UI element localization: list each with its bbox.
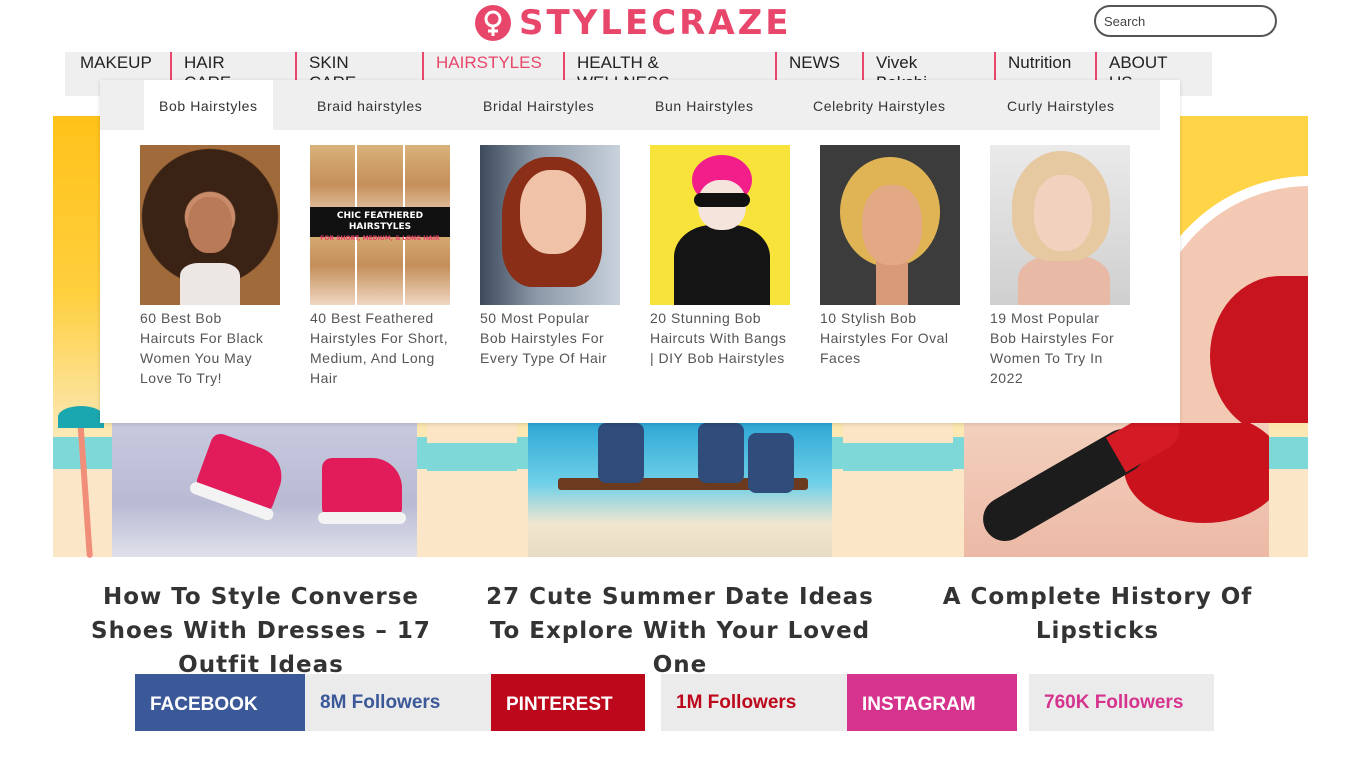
card-title[interactable]: 19 Most Popular Bob Hairstyles For Women… <box>990 308 1130 388</box>
menu-card[interactable]: 60 Best Bob Haircuts For Black Women You… <box>140 145 280 388</box>
menu-card[interactable]: CHIC FEATHERED HAIRSTYLES FOR SHORT, MEDI… <box>310 145 450 388</box>
card-thumbnail[interactable] <box>480 145 620 305</box>
tab-bridal-hairstyles[interactable]: Bridal Hairstyles <box>468 80 609 130</box>
facebook-count: 8M Followers <box>320 691 441 713</box>
tab-bob-hairstyles[interactable]: Bob Hairstyles <box>144 80 273 130</box>
article-title-converse[interactable]: How To Style Converse Shoes With Dresses… <box>60 580 462 682</box>
card-title[interactable]: 20 Stunning Bob Haircuts With Bangs | DI… <box>650 308 790 368</box>
lips-image-top <box>1180 116 1308 423</box>
tab-curly-hairstyles[interactable]: Curly Hairstyles <box>992 80 1130 130</box>
pinterest-followers[interactable]: 1M Followers <box>661 674 847 731</box>
menu-card[interactable]: 20 Stunning Bob Haircuts With Bangs | DI… <box>650 145 790 368</box>
palm-tree-decoration <box>58 406 104 559</box>
article-title-lipsticks[interactable]: A Complete History Of Lipsticks <box>890 580 1305 648</box>
article-image-lipsticks[interactable] <box>964 423 1269 557</box>
card-title[interactable]: 60 Best Bob Haircuts For Black Women You… <box>140 308 280 388</box>
logo-female-symbol-icon <box>475 5 511 41</box>
tab-bun-hairstyles[interactable]: Bun Hairstyles <box>640 80 769 130</box>
instagram-count: 760K Followers <box>1044 691 1184 713</box>
article-title-summer-date[interactable]: 27 Cute Summer Date Ideas To Explore Wit… <box>476 580 884 682</box>
tab-celebrity-hairstyles[interactable]: Celebrity Hairstyles <box>798 80 961 130</box>
card-title[interactable]: 10 Stylish Bob Hairstyles For Oval Faces <box>820 308 960 368</box>
site-logo[interactable]: STYLECRAZE <box>475 2 792 44</box>
card-title[interactable]: 50 Most Popular Bob Hairstyles For Every… <box>480 308 620 368</box>
card-title[interactable]: 40 Best Feathered Hairstyles For Short, … <box>310 308 450 388</box>
card-thumbnail[interactable] <box>650 145 790 305</box>
article-image-converse[interactable] <box>112 423 417 557</box>
menu-card[interactable]: 19 Most Popular Bob Hairstyles For Women… <box>990 145 1130 388</box>
beach-strip-left <box>427 423 517 557</box>
card-thumbnail[interactable]: CHIC FEATHERED HAIRSTYLES FOR SHORT, MEDI… <box>310 145 450 305</box>
hairstyles-mega-menu: Bob Hairstyles Braid hairstyles Bridal H… <box>100 80 1180 423</box>
article-image-summer-date[interactable] <box>528 423 832 557</box>
menu-card[interactable]: 50 Most Popular Bob Hairstyles For Every… <box>480 145 620 368</box>
instagram-followers[interactable]: 760K Followers <box>1029 674 1214 731</box>
pinterest-label: PINTEREST <box>506 693 613 715</box>
search-input[interactable] <box>1094 5 1277 37</box>
instagram-label: INSTAGRAM <box>862 693 976 715</box>
mega-menu-tabs: Bob Hairstyles Braid hairstyles Bridal H… <box>100 80 1160 130</box>
logo-text: STYLECRAZE <box>519 3 792 43</box>
facebook-followers[interactable]: 8M Followers <box>305 674 491 731</box>
facebook-label: FACEBOOK <box>150 693 258 715</box>
menu-card[interactable]: 10 Stylish Bob Hairstyles For Oval Faces <box>820 145 960 368</box>
instagram-button[interactable]: INSTAGRAM <box>847 674 1017 731</box>
pinterest-count: 1M Followers <box>676 691 797 713</box>
beach-strip-right <box>843 423 953 557</box>
facebook-button[interactable]: FACEBOOK <box>135 674 305 731</box>
tab-braid-hairstyles[interactable]: Braid hairstyles <box>302 80 437 130</box>
pinterest-button[interactable]: PINTEREST <box>491 674 645 731</box>
card-thumbnail[interactable] <box>140 145 280 305</box>
card-thumbnail[interactable] <box>820 145 960 305</box>
card-thumbnail[interactable] <box>990 145 1130 305</box>
thumbnail-banner: CHIC FEATHERED HAIRSTYLES FOR SHORT, MEDI… <box>310 207 450 242</box>
